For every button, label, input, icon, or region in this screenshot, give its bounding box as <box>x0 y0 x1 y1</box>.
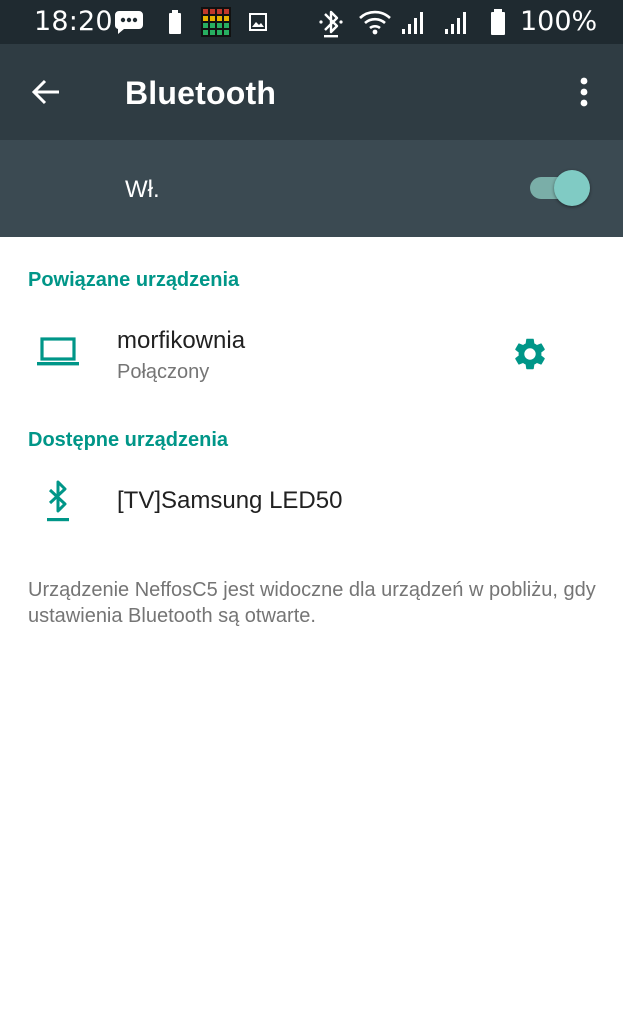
bluetooth-icon <box>318 0 344 44</box>
toolbar: Bluetooth <box>0 44 623 140</box>
laptop-icon <box>36 334 80 370</box>
bluetooth-searching-icon <box>36 478 80 524</box>
bluetooth-toggle[interactable] <box>528 170 592 206</box>
gear-icon <box>515 338 545 370</box>
battery-percent: 100% <box>520 6 598 37</box>
status-time: 18:20 <box>34 6 113 37</box>
signal-2-icon <box>443 0 473 44</box>
page-title: Bluetooth <box>125 75 277 111</box>
image-icon <box>249 0 267 44</box>
more-vert-icon <box>580 77 588 107</box>
device-status: Połączony <box>117 361 210 383</box>
paired-devices-header: Powiązane urządzenia <box>28 269 240 291</box>
battery-icon <box>489 0 507 44</box>
wifi-icon <box>358 0 392 44</box>
signal-1-icon <box>400 0 430 44</box>
arrow-back-icon <box>31 79 59 105</box>
available-devices-header: Dostępne urządzenia <box>28 429 229 451</box>
chat-notification-icon <box>113 0 145 44</box>
switch-label: Wł. <box>125 176 160 203</box>
back-button[interactable] <box>18 66 74 118</box>
overflow-menu-button[interactable] <box>562 70 606 114</box>
visibility-info-text: Urządzenie NeffosC5 jest widoczne dla ur… <box>28 579 596 627</box>
device-name: [TV]Samsung LED50 <box>117 487 343 514</box>
available-device-row[interactable]: [TV]Samsung LED50 <box>0 472 623 532</box>
battery-small-icon <box>167 0 183 44</box>
device-name: morfikownia <box>117 327 246 354</box>
status-bar: 18:20 100% <box>0 0 623 44</box>
bluetooth-switch-bar[interactable]: Wł. <box>0 140 623 237</box>
toggle-thumb <box>554 170 590 206</box>
paired-device-row[interactable]: morfikownia Połączony <box>0 318 623 392</box>
device-settings-button[interactable] <box>506 330 554 378</box>
equalizer-app-icon <box>201 0 231 44</box>
